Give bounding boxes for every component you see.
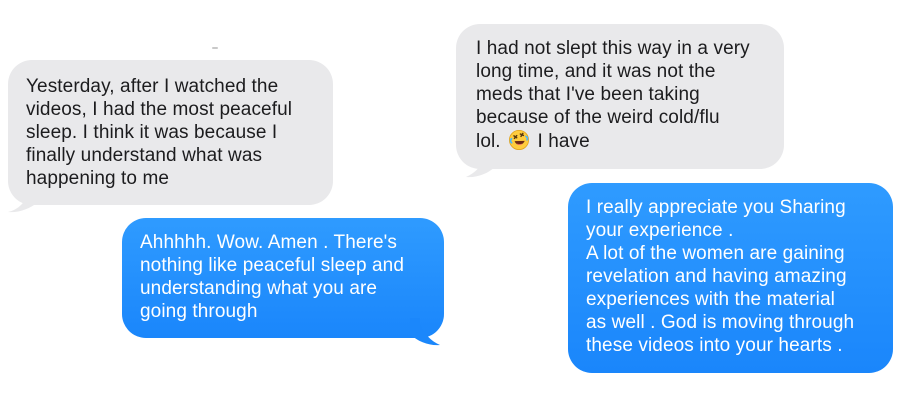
- rolling-on-floor-laughing-emoji: [509, 130, 530, 150]
- message-text: I had not slept this way in a very long …: [476, 37, 766, 153]
- partial-bubble-edge: [838, 376, 884, 400]
- sent-message-bubble[interactable]: Ahhhhh. Wow. Amen . There's nothing like…: [122, 218, 444, 338]
- sent-bubble-tail: [410, 318, 440, 346]
- message-text-part: I have: [532, 131, 590, 152]
- artifact-mark: [212, 47, 218, 49]
- message-thread: Yesterday, after I watched the videos, I…: [0, 0, 900, 400]
- sent-message-bubble[interactable]: I really appreciate you Sharing your exp…: [568, 183, 893, 373]
- received-message-bubble[interactable]: Yesterday, after I watched the videos, I…: [8, 60, 333, 205]
- received-bubble-tail: [466, 150, 496, 178]
- message-text: Yesterday, after I watched the videos, I…: [26, 76, 293, 189]
- received-message-bubble[interactable]: I had not slept this way in a very long …: [456, 24, 784, 169]
- received-bubble-tail: [8, 184, 38, 213]
- message-text: I really appreciate you Sharing your exp…: [586, 197, 855, 356]
- message-text: Ahhhhh. Wow. Amen . There's nothing like…: [140, 232, 405, 322]
